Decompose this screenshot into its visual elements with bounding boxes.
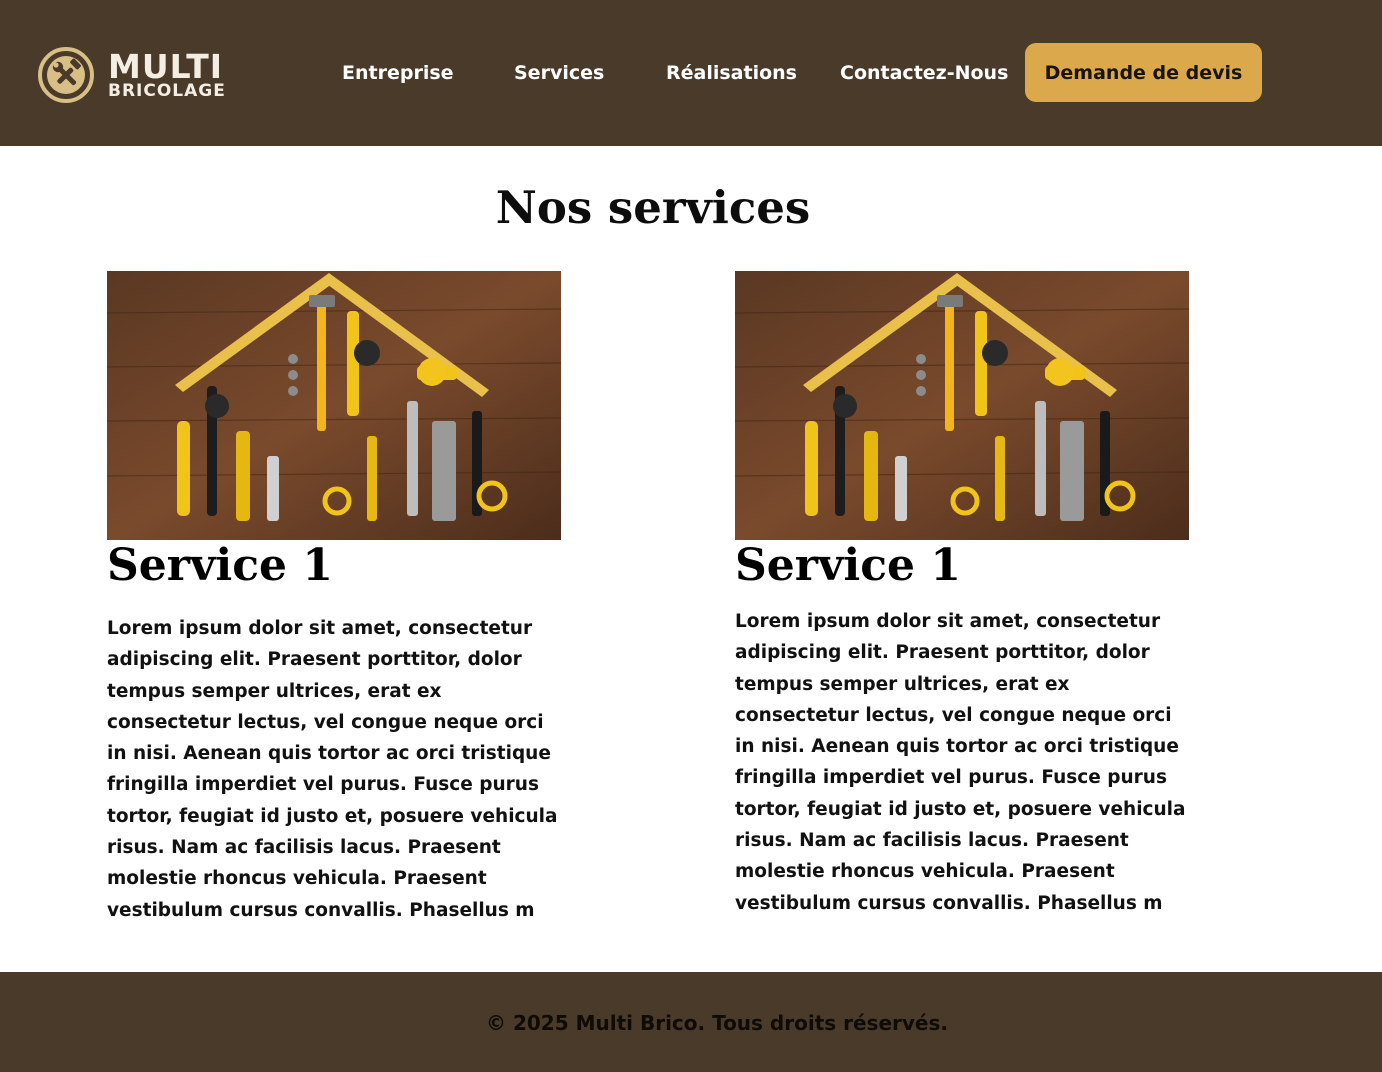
logo-line-1: MULTI <box>108 47 223 86</box>
quote-request-button[interactable]: Demande de devis <box>1025 43 1262 102</box>
nav-link-services[interactable]: Services <box>514 61 604 85</box>
nav-link-realisations[interactable]: Réalisations <box>666 61 797 85</box>
nav-link-contact[interactable]: Contactez-Nous <box>840 61 1008 85</box>
service-description: Lorem ipsum dolor sit amet, consectetur … <box>107 618 558 921</box>
service-card: Service 1 Lorem ipsum dolor sit amet, co… <box>735 271 1189 919</box>
site-header: MULTI BRICOLAGE Entreprise Services Réal… <box>0 0 1382 146</box>
service-title: Service 1 <box>107 540 333 591</box>
tools-house-image <box>735 271 1189 540</box>
page-title: Nos services <box>495 181 811 234</box>
service-title: Service 1 <box>735 540 961 591</box>
service-description: Lorem ipsum dolor sit amet, consectetur … <box>735 611 1186 914</box>
copyright-text: © 2025 Multi Brico. Tous droits réservés… <box>486 1011 948 1035</box>
nav-link-entreprise[interactable]: Entreprise <box>342 61 454 85</box>
hammer-wrench-icon[interactable] <box>37 46 95 104</box>
service-card: Service 1 Lorem ipsum dolor sit amet, co… <box>107 271 561 926</box>
logo-wordmark[interactable]: MULTI BRICOLAGE <box>108 50 226 100</box>
logo-line-2: BRICOLAGE <box>108 81 226 101</box>
tools-house-image <box>107 271 561 540</box>
